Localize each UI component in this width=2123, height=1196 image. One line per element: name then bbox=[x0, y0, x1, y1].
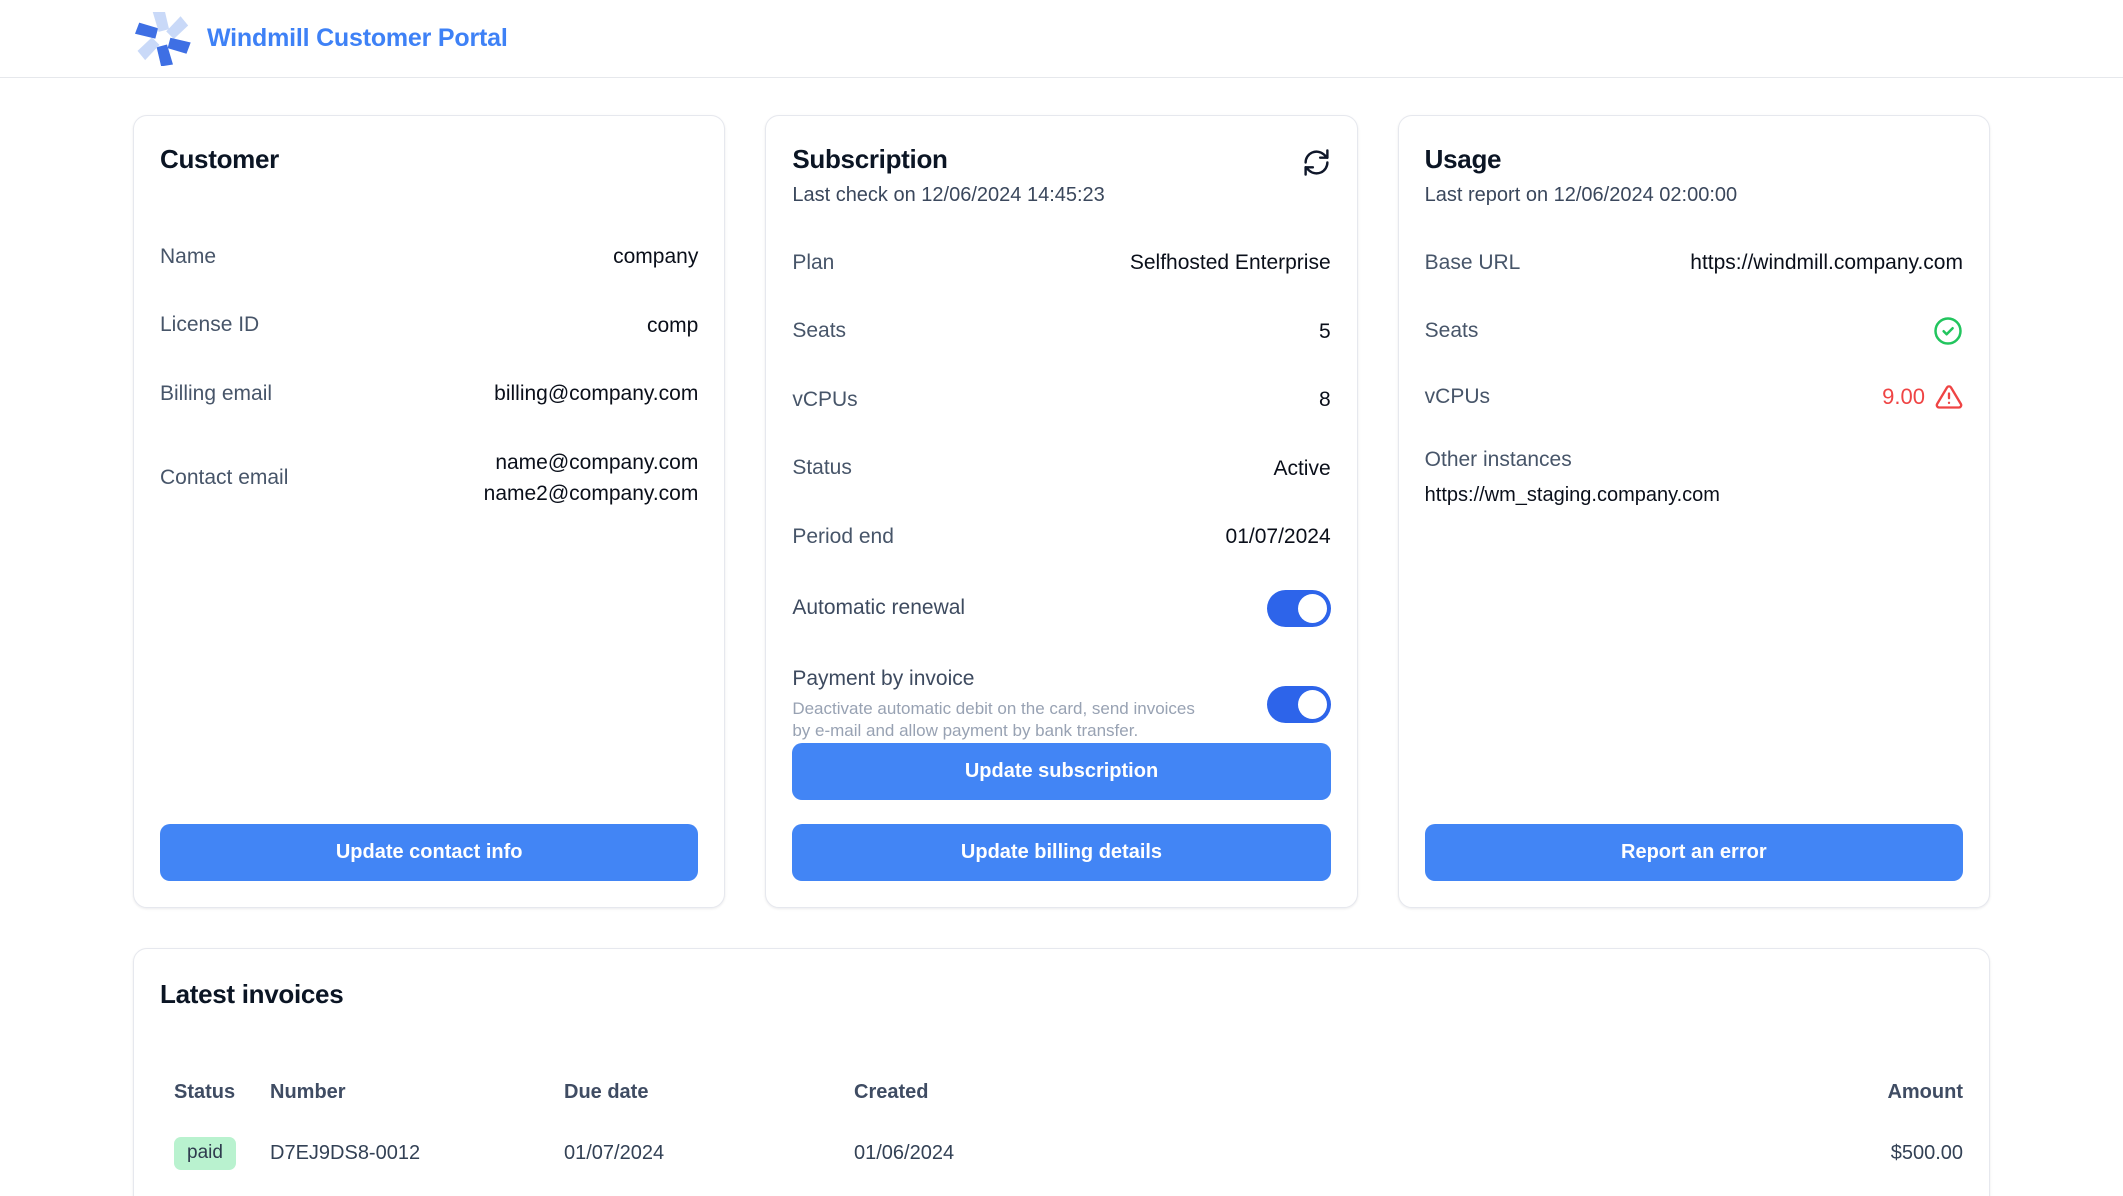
payment-by-invoice-description: Deactivate automatic debit on the card, … bbox=[792, 698, 1212, 743]
usage-vcpus-value: 9.00 bbox=[1882, 384, 1925, 410]
billing-email-row: Billing email billing@company.com bbox=[160, 378, 698, 410]
col-number: Number bbox=[270, 1081, 564, 1104]
latest-invoices-card: Latest invoices Status Number Due date C… bbox=[133, 948, 1990, 1196]
contact-email-value: name@company.com name2@company.com bbox=[484, 447, 699, 510]
license-id-value: comp bbox=[647, 310, 698, 342]
usage-seats-status bbox=[1933, 316, 1963, 346]
top-header: Windmill Customer Portal bbox=[0, 0, 2123, 78]
name-label: Name bbox=[160, 245, 216, 269]
vcpus-value: 8 bbox=[1319, 384, 1331, 416]
contact-email-label: Contact email bbox=[160, 466, 288, 490]
customer-card-title: Customer bbox=[160, 144, 698, 175]
col-due-date: Due date bbox=[564, 1081, 854, 1104]
automatic-renewal-row: Automatic renewal bbox=[792, 590, 1330, 627]
page-title: Windmill Customer Portal bbox=[207, 24, 508, 53]
vcpus-label: vCPUs bbox=[792, 388, 857, 412]
license-id-label: License ID bbox=[160, 313, 259, 337]
col-amount: Amount bbox=[1753, 1081, 1963, 1104]
subscription-card: Subscription Last check on 12/06/2024 14… bbox=[765, 115, 1357, 908]
invoice-amount: $500.00 bbox=[1753, 1142, 1963, 1165]
subscription-card-title: Subscription bbox=[792, 144, 1104, 175]
customer-name-row: Name company bbox=[160, 241, 698, 273]
check-circle-icon bbox=[1933, 316, 1963, 346]
customer-card: Customer Name company License ID comp Bi… bbox=[133, 115, 725, 908]
invoices-table-header: Status Number Due date Created Amount bbox=[160, 1062, 1963, 1123]
usage-card-title: Usage bbox=[1425, 144, 1963, 175]
invoices-table: Status Number Due date Created Amount pa… bbox=[160, 1062, 1963, 1196]
col-created: Created bbox=[854, 1081, 1753, 1104]
subscription-last-check: Last check on 12/06/2024 14:45:23 bbox=[792, 184, 1104, 207]
main-content: Customer Name company License ID comp Bi… bbox=[0, 78, 2123, 1196]
other-instances-row: Other instances https://wm_staging.compa… bbox=[1425, 448, 1963, 507]
status-label: Status bbox=[792, 456, 852, 480]
usage-seats-row: Seats bbox=[1425, 316, 1963, 346]
invoice-row: paid D7EJ9DS8-0011 31/05/2024 01/05/2024… bbox=[160, 1184, 1963, 1196]
base-url-label: Base URL bbox=[1425, 251, 1521, 275]
other-instances-value: https://wm_staging.company.com bbox=[1425, 484, 1963, 507]
status-row: Status Active bbox=[792, 453, 1330, 485]
update-billing-details-button[interactable]: Update billing details bbox=[792, 824, 1330, 881]
seats-value: 5 bbox=[1319, 316, 1331, 348]
latest-invoices-title: Latest invoices bbox=[160, 979, 1963, 1010]
automatic-renewal-label: Automatic renewal bbox=[792, 596, 965, 620]
payment-by-invoice-toggle[interactable] bbox=[1267, 686, 1331, 723]
usage-card: Usage Last report on 12/06/2024 02:00:00… bbox=[1398, 115, 1990, 908]
update-subscription-button[interactable]: Update subscription bbox=[792, 743, 1330, 800]
plan-label: Plan bbox=[792, 251, 834, 275]
invoice-due-date: 01/07/2024 bbox=[564, 1142, 854, 1165]
invoice-row: paid D7EJ9DS8-0012 01/07/2024 01/06/2024… bbox=[160, 1123, 1963, 1184]
alert-triangle-icon bbox=[1935, 383, 1963, 411]
usage-vcpus-label: vCPUs bbox=[1425, 385, 1490, 409]
usage-vcpus-row: vCPUs 9.00 bbox=[1425, 383, 1963, 411]
contact-email-line-1: name@company.com bbox=[484, 447, 699, 479]
invoice-created: 01/06/2024 bbox=[854, 1142, 1753, 1165]
update-contact-info-button[interactable]: Update contact info bbox=[160, 824, 698, 881]
base-url-value: https://windmill.company.com bbox=[1690, 247, 1963, 279]
name-value: company bbox=[613, 241, 698, 273]
usage-seats-label: Seats bbox=[1425, 319, 1479, 343]
plan-value: Selfhosted Enterprise bbox=[1130, 247, 1331, 279]
license-id-row: License ID comp bbox=[160, 310, 698, 342]
refresh-icon[interactable] bbox=[1302, 148, 1331, 177]
billing-email-label: Billing email bbox=[160, 382, 272, 406]
col-status: Status bbox=[174, 1081, 270, 1104]
contact-email-row: Contact email name@company.com name2@com… bbox=[160, 447, 698, 510]
period-end-label: Period end bbox=[792, 525, 894, 549]
status-value: Active bbox=[1273, 453, 1330, 485]
contact-email-line-2: name2@company.com bbox=[484, 478, 699, 510]
automatic-renewal-toggle[interactable] bbox=[1267, 590, 1331, 627]
report-an-error-button[interactable]: Report an error bbox=[1425, 824, 1963, 881]
windmill-logo-icon bbox=[133, 12, 191, 66]
plan-row: Plan Selfhosted Enterprise bbox=[792, 247, 1330, 279]
period-end-value: 01/07/2024 bbox=[1226, 521, 1331, 553]
payment-by-invoice-row: Payment by invoice Deactivate automatic … bbox=[792, 667, 1330, 743]
usage-last-report: Last report on 12/06/2024 02:00:00 bbox=[1425, 184, 1963, 207]
seats-row: Seats 5 bbox=[792, 316, 1330, 348]
toggle-knob bbox=[1298, 690, 1327, 719]
payment-by-invoice-label: Payment by invoice bbox=[792, 667, 974, 690]
billing-email-value: billing@company.com bbox=[494, 378, 698, 410]
seats-label: Seats bbox=[792, 319, 846, 343]
status-badge: paid bbox=[174, 1137, 236, 1170]
base-url-row: Base URL https://windmill.company.com bbox=[1425, 247, 1963, 279]
period-end-row: Period end 01/07/2024 bbox=[792, 521, 1330, 553]
toggle-knob bbox=[1298, 594, 1327, 623]
other-instances-label: Other instances bbox=[1425, 448, 1572, 471]
invoice-number: D7EJ9DS8-0012 bbox=[270, 1142, 564, 1165]
vcpus-row: vCPUs 8 bbox=[792, 384, 1330, 416]
